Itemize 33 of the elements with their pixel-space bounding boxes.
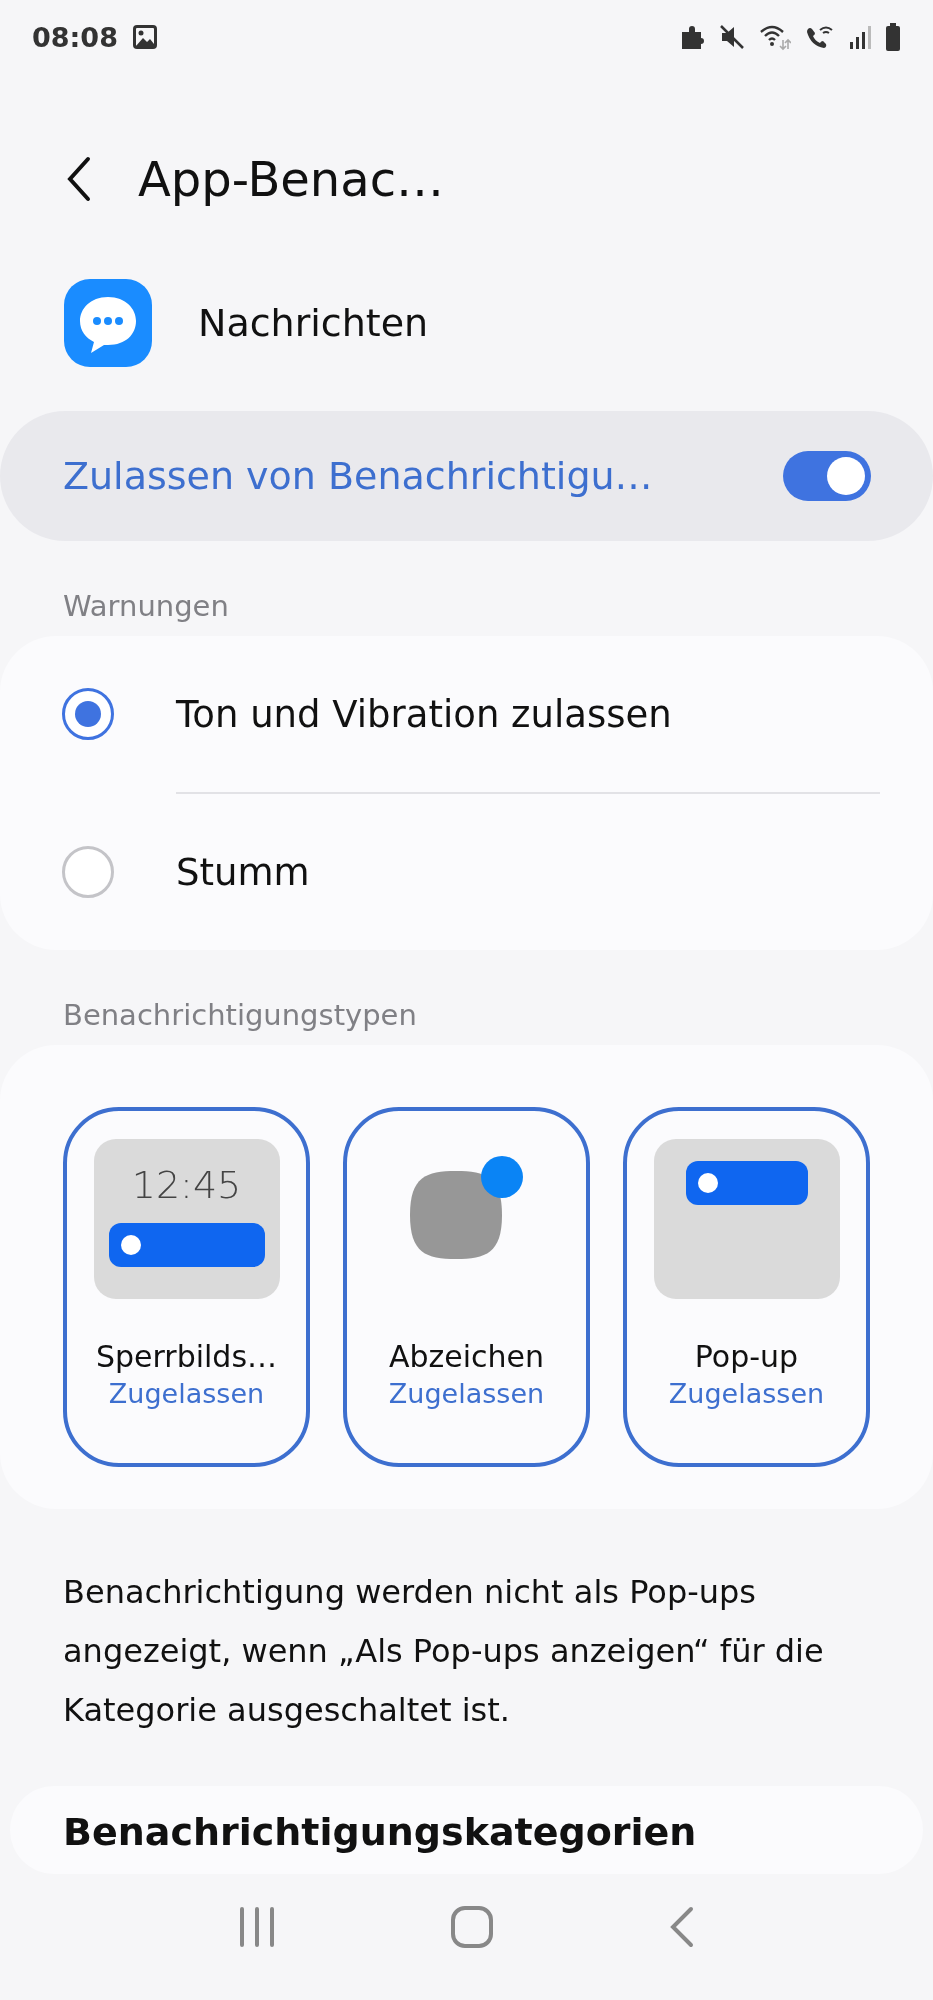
section-heading: Warnungen <box>62 588 230 626</box>
home-button[interactable] <box>449 1905 494 1950</box>
wifi-call-icon <box>805 24 835 51</box>
battery-icon <box>885 23 901 52</box>
section-heading: Benachrichtigungstypen <box>62 997 418 1035</box>
option-label: Ton und Vibration zulassen <box>176 692 672 736</box>
radio-button[interactable] <box>62 688 114 741</box>
notification-type-tile[interactable]: Abzeichen Zugelassen <box>343 1107 590 1468</box>
tile-status: Zugelassen <box>388 1378 545 1410</box>
puzzle-icon <box>681 24 705 51</box>
status-time: 08:08 <box>32 21 118 53</box>
categories-card[interactable]: Benachrichtigungskategorien <box>10 1786 923 1875</box>
tile-status: Zugelassen <box>108 1378 265 1410</box>
wifi-icon <box>759 23 791 52</box>
page-title: App-Benac… <box>138 151 445 208</box>
tile-label: Sperrbilds… <box>95 1339 278 1375</box>
notification-type-tile[interactable]: 12:45 Sperrbilds… Zugelassen <box>63 1107 310 1468</box>
notification-type-tile[interactable]: Pop-up Zugelassen <box>623 1107 870 1468</box>
info-note: Benachrichtigung werden nicht als Pop-ups angezeigt, wenn „Als Pop-ups anzeigen“ für die Kategorie ausgeschaltet ist. <box>62 1572 825 1732</box>
tile-label: Pop-up <box>694 1339 799 1375</box>
categories-title: Benachrichtigungskategorien <box>63 1810 697 1855</box>
allow-notifications-switch[interactable] <box>783 451 871 502</box>
option-label: Stumm <box>176 850 310 894</box>
tile-status: Zugelassen <box>668 1378 825 1410</box>
allow-notifications-label: Zulassen von Benachrichtigu… <box>63 454 653 499</box>
app-name: Nachrichten <box>198 300 429 345</box>
gallery-icon <box>131 24 158 51</box>
tile-label: Abzeichen <box>388 1339 545 1375</box>
radio-button[interactable] <box>62 846 114 899</box>
signal-icon <box>849 24 871 51</box>
muted-speaker-icon <box>719 24 745 51</box>
chat-bubble-app-icon <box>64 278 152 367</box>
preview-clock: 12:45 <box>131 1163 242 1208</box>
